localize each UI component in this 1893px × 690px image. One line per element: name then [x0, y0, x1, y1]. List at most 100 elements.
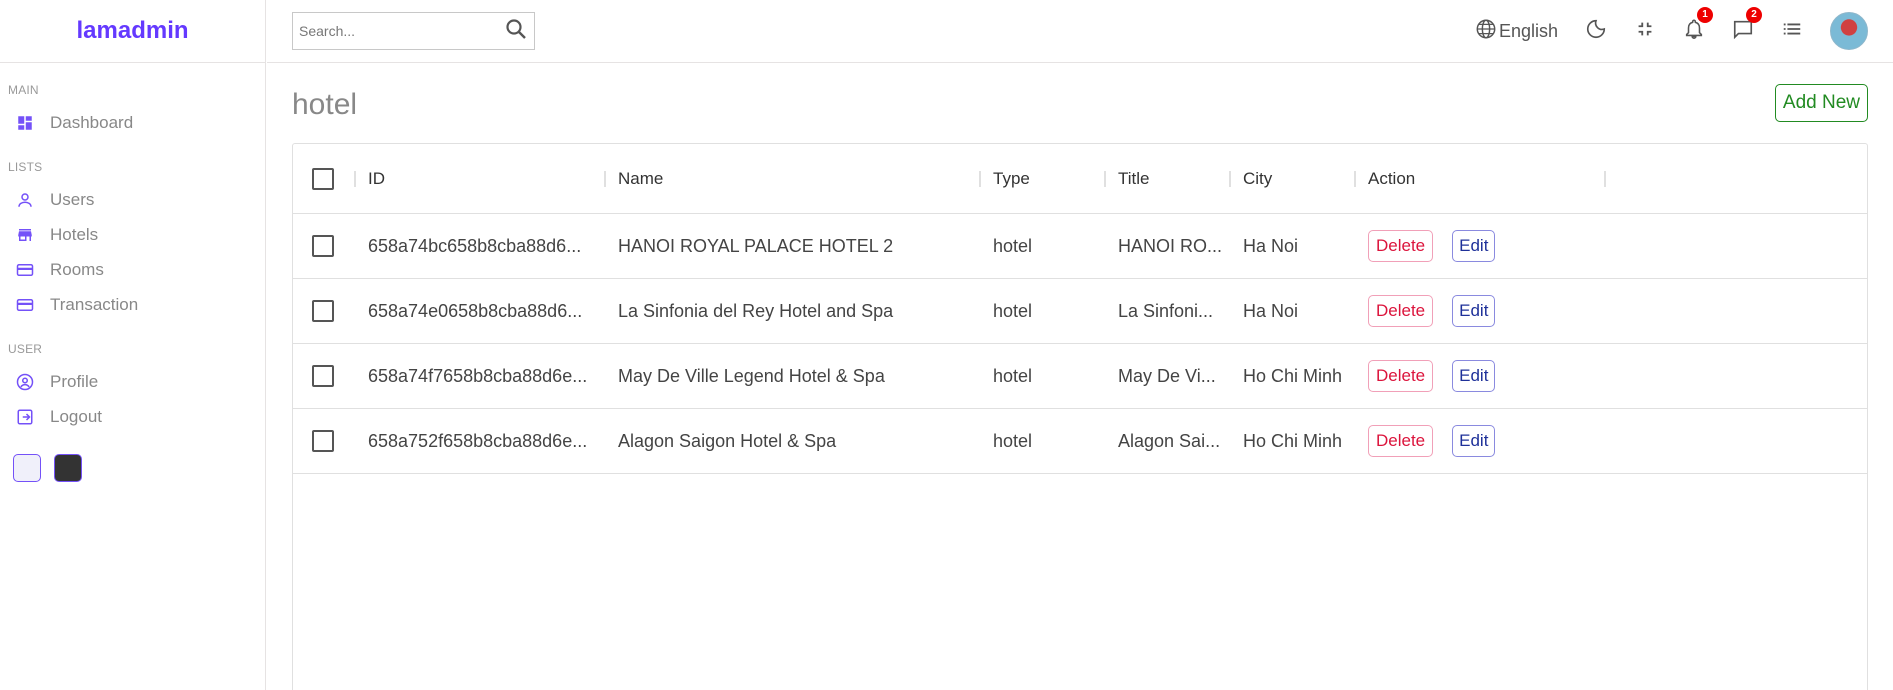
sidebar-item-label: Hotels: [50, 224, 99, 244]
column-header-action[interactable]: Action: [1356, 169, 1606, 189]
sidebar-item-hotels[interactable]: Hotels: [8, 217, 265, 252]
edit-button[interactable]: Edit: [1452, 295, 1496, 327]
row-checkbox-cell: [293, 430, 356, 452]
column-header-name[interactable]: Name: [606, 169, 981, 189]
row-checkbox-cell: [293, 235, 356, 257]
edit-button[interactable]: Edit: [1452, 360, 1496, 392]
language-label: English: [1498, 20, 1558, 41]
sidebar-section-title: MAIN: [8, 83, 39, 97]
cell-city: Ho Chi Minh: [1243, 430, 1343, 451]
edit-button[interactable]: Edit: [1452, 425, 1496, 457]
search-input[interactable]: [299, 23, 504, 39]
messages-count-badge: 2: [1746, 6, 1762, 23]
cell-name: May De Ville Legend Hotel & Spa: [618, 365, 885, 386]
page-title: hotel: [292, 88, 358, 121]
language-selector[interactable]: English: [1475, 18, 1558, 45]
column-header-type[interactable]: Type: [981, 169, 1106, 189]
sidebar-item-label: Logout: [50, 406, 102, 426]
cell-id: 658a74e0658b8cba88d6...: [368, 300, 583, 321]
sidebar-top: lamadmin: [0, 0, 265, 63]
cell-type: hotel: [993, 300, 1033, 321]
fullscreen-exit-button[interactable]: [1634, 18, 1656, 45]
table-header-row: ID Name Type Title City Action: [293, 144, 1867, 214]
dark-theme-option[interactable]: [54, 454, 82, 482]
add-new-button[interactable]: Add New: [1774, 84, 1868, 122]
cell-type: hotel: [993, 235, 1033, 256]
dashboard-icon: [16, 114, 34, 132]
sidebar-item-label: Dashboard: [50, 112, 134, 132]
delete-button[interactable]: Delete: [1368, 230, 1434, 262]
fullscreen-exit-icon: [1634, 18, 1656, 45]
row-checkbox[interactable]: [312, 300, 334, 322]
table-row[interactable]: 658a74e0658b8cba88d6... La Sinfonia del …: [293, 279, 1867, 344]
sidebar-item-logout[interactable]: Logout: [8, 399, 265, 434]
navbar: English 1 2: [267, 0, 1893, 63]
sidebar-item-label: Transaction: [50, 294, 139, 314]
sidebar-item-dashboard[interactable]: Dashboard: [8, 105, 265, 140]
user-avatar-button[interactable]: [1830, 12, 1868, 50]
delete-button[interactable]: Delete: [1368, 425, 1434, 457]
column-label: ID: [368, 168, 385, 188]
delete-button[interactable]: Delete: [1368, 360, 1434, 392]
cell-type: hotel: [993, 430, 1033, 451]
dark-mode-toggle[interactable]: [1585, 18, 1607, 45]
column-label: Action: [1368, 168, 1416, 188]
column-label: Type: [993, 168, 1030, 188]
language-icon: [1475, 18, 1497, 45]
sidebar-section-main: MAIN Dashboard LISTS Users Hotels Rooms: [0, 83, 265, 434]
table-row[interactable]: 658a74bc658b8cba88d6... HANOI ROYAL PALA…: [293, 214, 1867, 279]
cell-id: 658a74f7658b8cba88d6e...: [368, 365, 588, 386]
sidebar: lamadmin MAIN Dashboard LISTS Users Hote…: [0, 0, 266, 690]
delete-button[interactable]: Delete: [1368, 295, 1434, 327]
row-checkbox[interactable]: [312, 235, 334, 257]
sidebar-item-profile[interactable]: Profile: [8, 364, 265, 399]
row-checkbox-cell: [293, 300, 356, 322]
cell-title: La Sinfoni...: [1118, 300, 1214, 321]
sidebar-item-transaction[interactable]: Transaction: [8, 287, 265, 322]
cell-title: May De Vi...: [1118, 365, 1216, 386]
column-label: City: [1243, 168, 1273, 188]
light-theme-option[interactable]: [13, 454, 41, 482]
cell-id: 658a74bc658b8cba88d6...: [368, 235, 582, 256]
credit-card-icon: [16, 296, 34, 314]
sidebar-section-title: LISTS: [8, 160, 43, 174]
column-header-title[interactable]: Title: [1106, 169, 1231, 189]
list-icon: [1781, 18, 1803, 45]
cell-name: La Sinfonia del Rey Hotel and Spa: [618, 300, 894, 321]
column-header-id[interactable]: ID: [356, 169, 606, 189]
list-menu-button[interactable]: [1781, 18, 1803, 45]
store-icon: [16, 226, 34, 244]
sidebar-item-label: Profile: [50, 371, 99, 391]
sidebar-item-label: Rooms: [50, 259, 104, 279]
user-icon: [16, 191, 34, 209]
avatar: [1830, 12, 1868, 50]
table-row[interactable]: 658a752f658b8cba88d6e... Alagon Saigon H…: [293, 409, 1867, 474]
account-circle-icon: [16, 373, 34, 391]
cell-action: Delete Edit: [1356, 425, 1606, 457]
data-grid: ID Name Type Title City Action 658a74bc6…: [292, 143, 1868, 690]
row-checkbox[interactable]: [312, 430, 334, 452]
credit-card-icon: [16, 261, 34, 279]
sidebar-item-users[interactable]: Users: [8, 182, 265, 217]
table-row[interactable]: 658a74f7658b8cba88d6e... May De Ville Le…: [293, 344, 1867, 409]
column-header-city[interactable]: City: [1231, 169, 1356, 189]
theme-color-options: [0, 454, 265, 482]
notifications-button[interactable]: 1: [1683, 6, 1713, 45]
messages-button[interactable]: 2: [1732, 6, 1762, 45]
cell-city: Ha Noi: [1243, 300, 1299, 321]
row-checkbox[interactable]: [312, 365, 334, 387]
select-all-cell: [293, 167, 356, 190]
notifications-count-badge: 1: [1697, 6, 1713, 23]
cell-action: Delete Edit: [1356, 360, 1606, 392]
cell-name: HANOI ROYAL PALACE HOTEL 2: [618, 235, 894, 256]
logo[interactable]: lamadmin: [76, 17, 188, 45]
cell-city: Ho Chi Minh: [1243, 365, 1343, 386]
search-icon[interactable]: [504, 17, 528, 46]
cell-city: Ha Noi: [1243, 235, 1299, 256]
cell-action: Delete Edit: [1356, 295, 1606, 327]
edit-button[interactable]: Edit: [1452, 230, 1496, 262]
sidebar-item-rooms[interactable]: Rooms: [8, 252, 265, 287]
cell-id: 658a752f658b8cba88d6e...: [368, 430, 588, 451]
select-all-checkbox[interactable]: [312, 167, 334, 190]
cell-title: Alagon Sai...: [1118, 430, 1221, 451]
